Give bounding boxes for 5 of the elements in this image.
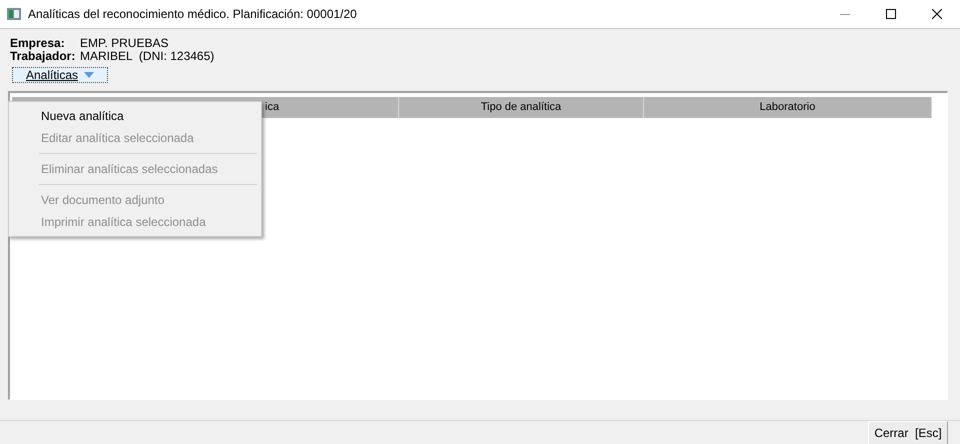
field-value: EMP. PRUEBAS bbox=[80, 37, 168, 50]
field-label: Empresa: bbox=[10, 37, 66, 50]
field-label: Trabajador: bbox=[10, 50, 76, 63]
window-title: Analíticas del reconocimiento médico. Planificación: 00001/20 bbox=[28, 6, 357, 23]
field-value: MARIBEL (DNI: 123465) bbox=[80, 50, 214, 63]
